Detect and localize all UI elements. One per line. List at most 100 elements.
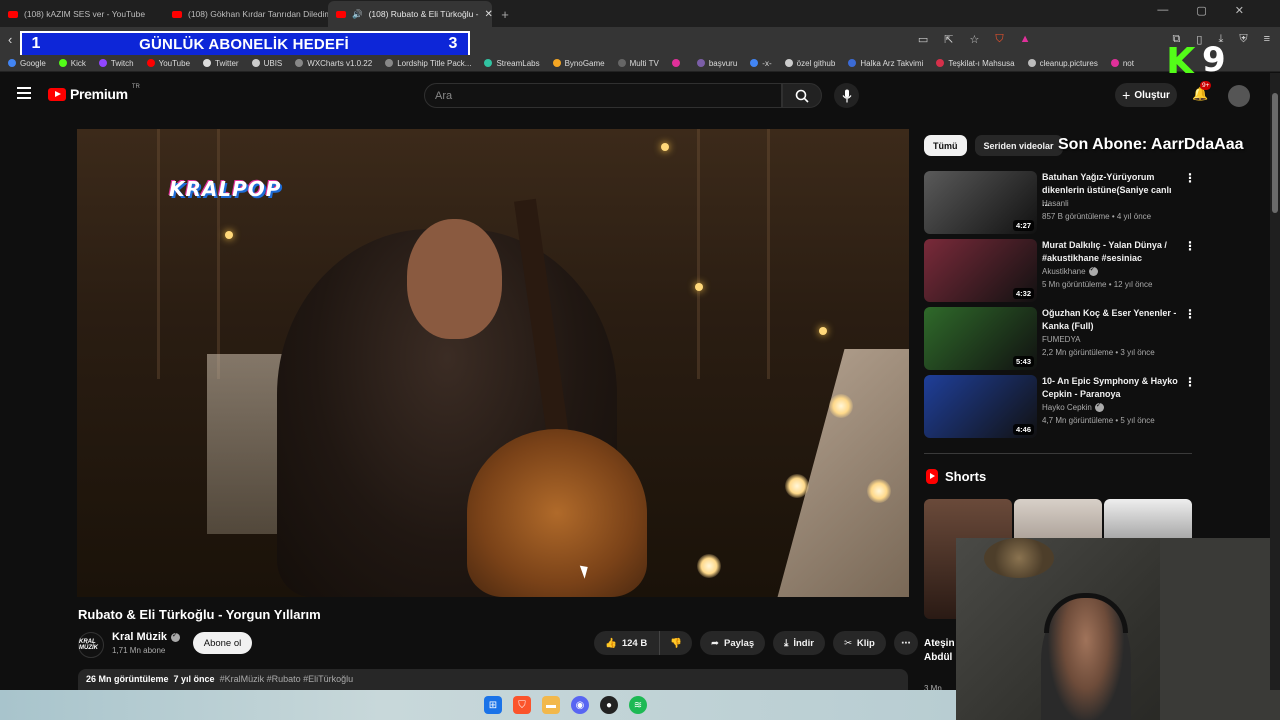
browser-tab[interactable]: (108) kAZIM SES ver - YouTube: [0, 1, 164, 27]
menu-icon[interactable]: ≡: [1264, 33, 1270, 46]
bookmark-item[interactable]: Teşkilat-ı Mahsusa: [936, 59, 1015, 68]
brave-browser-icon[interactable]: ⛉: [513, 696, 531, 714]
clip-button[interactable]: ✂ Klip: [832, 631, 886, 655]
hamburger-menu-icon[interactable]: [17, 87, 31, 102]
bookmark-item[interactable]: Twitter: [203, 59, 239, 68]
video-thumbnail[interactable]: 4:46: [924, 375, 1037, 438]
youtube-icon: [8, 10, 18, 18]
bookmark-star-icon[interactable]: ☆: [970, 33, 980, 46]
bookmark-item[interactable]: StreamLabs: [484, 59, 540, 68]
bookmark-item[interactable]: Multi TV: [617, 58, 659, 68]
brave-shield-icon[interactable]: ⛉: [995, 33, 1003, 46]
bookmark-item[interactable]: [671, 59, 684, 67]
back-icon[interactable]: ‹: [8, 32, 12, 47]
brave-rewards-icon[interactable]: ▲: [1020, 33, 1031, 46]
bookmark-item[interactable]: Halka Arz Takvimi: [848, 59, 923, 68]
video-title[interactable]: 10- An Epic Symphony & Hayko Cepkin - Pa…: [1042, 375, 1180, 401]
bookmark-item[interactable]: başvuru: [696, 59, 737, 68]
bookmark-item[interactable]: -x-: [750, 59, 772, 68]
recommended-video[interactable]: 4:46 10- An Epic Symphony & Hayko Cepkin …: [924, 375, 1196, 439]
video-thumbnail[interactable]: 4:27: [924, 171, 1037, 234]
video-title[interactable]: Murat Dalkılıç - Yalan Dünya / #akustikh…: [1042, 239, 1180, 265]
avatar[interactable]: [1228, 85, 1250, 107]
divider: [924, 453, 1192, 454]
bookmark-label: Twitter: [215, 58, 239, 68]
close-window-icon[interactable]: ✕: [1235, 4, 1244, 17]
maximize-icon[interactable]: ▢: [1196, 4, 1206, 17]
browser-tab[interactable]: (108) Gökhan Kırdar Tanrıdan Diledim: [164, 1, 328, 27]
bookmark-item[interactable]: Lordship Title Pack...: [385, 59, 471, 68]
bookmark-item[interactable]: YouTube: [146, 59, 190, 68]
bookmark-item[interactable]: UBIS: [251, 59, 282, 68]
start-icon[interactable]: ⊞: [484, 696, 502, 714]
video-thumbnail[interactable]: 5:43: [924, 307, 1037, 370]
video-title[interactable]: Oğuzhan Koç & Eser Yenenler - Kanka (Ful…: [1042, 307, 1180, 333]
bookmark-item[interactable]: not: [1110, 59, 1134, 68]
search-input[interactable]: Ara: [424, 83, 782, 108]
discord-icon[interactable]: ◉: [571, 696, 589, 714]
bookmark-favicon-icon: [1110, 59, 1119, 67]
share-button[interactable]: ➦ Paylaş: [700, 631, 766, 655]
recommended-video[interactable]: 4:27 Batuhan Yağız-Yürüyorum dikenlerin ü…: [924, 171, 1196, 235]
new-tab-button[interactable]: +: [492, 1, 518, 27]
kebab-menu-icon[interactable]: ⋮: [1184, 171, 1196, 185]
recommended-video[interactable]: 5:43 Oğuzhan Koç & Eser Yenenler - Kanka …: [924, 307, 1196, 371]
recommended-video[interactable]: 4:32 Murat Dalkılıç - Yalan Dünya / #akus…: [924, 239, 1196, 303]
bookmark-item[interactable]: Google: [8, 59, 46, 68]
last-subscriber-overlay: Son Abone: AarrDdaAaa: [1058, 136, 1244, 153]
hashtags[interactable]: #KralMüzik #Rubato #EliTürkoğlu: [220, 674, 354, 684]
chip-all[interactable]: Tümü: [924, 135, 967, 156]
channel-name[interactable]: FUMEDYA: [1042, 335, 1081, 344]
video-player[interactable]: KRALPOP: [77, 129, 909, 597]
notifications-button[interactable]: 🔔 9+: [1192, 81, 1212, 102]
bookmark-item[interactable]: BynoGame: [552, 59, 605, 68]
dislike-button[interactable]: 👎: [660, 631, 693, 655]
spotify-icon[interactable]: ≋: [629, 696, 647, 714]
bookmark-favicon-icon: [146, 59, 155, 67]
channel-name[interactable]: Akustikhane: [1042, 265, 1098, 276]
chip-series[interactable]: Seriden videolar: [974, 135, 1063, 156]
plus-icon: +: [1122, 87, 1131, 103]
subscribe-button[interactable]: Abone ol: [193, 632, 252, 654]
bookmark-item[interactable]: cleanup.pictures: [1027, 59, 1098, 68]
bookmark-item[interactable]: Kick: [58, 59, 86, 68]
search-button[interactable]: [782, 83, 822, 108]
bookmarks-bar: Google Kick Twitch YouTube Twitter UBIS WXChar…: [0, 55, 1280, 72]
bookmark-item[interactable]: WXCharts v1.0.22: [295, 59, 372, 68]
kebab-menu-icon[interactable]: ⋮: [1184, 307, 1196, 321]
obs-icon[interactable]: ●: [600, 696, 618, 714]
video-thumbnail[interactable]: 4:32: [924, 239, 1037, 302]
close-icon[interactable]: ✕: [485, 9, 492, 20]
bookmark-label: Twitch: [110, 58, 134, 68]
share-icon[interactable]: ⇱: [944, 33, 953, 46]
channel-name[interactable]: Hasanli: [1042, 199, 1069, 208]
bookmark-item[interactable]: özel github: [784, 59, 835, 68]
file-explorer-icon[interactable]: ▬: [542, 696, 560, 714]
description-box[interactable]: 26 Mn görüntüleme 7 yıl önce #KralMüzik …: [78, 669, 908, 691]
kebab-menu-icon[interactable]: ⋮: [1184, 239, 1196, 253]
channel-avatar[interactable]: KRAL MÜZİK: [78, 632, 104, 658]
wallet-icon[interactable]: ⛨: [1239, 33, 1247, 46]
download-button[interactable]: ⤓ İndir: [773, 631, 825, 655]
youtube-premium-logo[interactable]: Premium TR: [48, 84, 140, 102]
more-actions-button[interactable]: ⋯: [893, 631, 918, 655]
share-label: Paylaş: [724, 637, 755, 649]
like-button[interactable]: 👍 124 B: [594, 631, 661, 655]
kebab-menu-icon[interactable]: ⋮: [1184, 375, 1196, 389]
cast-icon[interactable]: ▭: [918, 33, 928, 46]
browser-tab-active[interactable]: 🔊 (108) Rubato & Eli Türkoğlu - ✕: [328, 1, 492, 27]
short-title[interactable]: Ateşin Abdül: [924, 637, 954, 665]
create-button[interactable]: + Oluştur: [1115, 83, 1177, 107]
minimize-icon[interactable]: —: [1157, 4, 1168, 17]
browser-tab-strip: (108) kAZIM SES ver - YouTube (108) Gökh…: [0, 0, 1280, 27]
view-count: 26 Mn görüntüleme: [86, 674, 169, 684]
channel-name-text: Kral Müzik: [112, 631, 168, 643]
bookmark-item[interactable]: Twitch: [98, 58, 134, 68]
channel-name[interactable]: Hayko Cepkin: [1042, 401, 1104, 412]
page-scrollbar[interactable]: [1270, 73, 1280, 690]
scrollbar-thumb[interactable]: [1272, 93, 1278, 213]
youtube-icon: [172, 10, 182, 18]
channel-name[interactable]: Kral Müzik: [112, 631, 181, 643]
voice-search-button[interactable]: [834, 83, 859, 108]
bookmark-label: Multi TV: [629, 58, 659, 68]
